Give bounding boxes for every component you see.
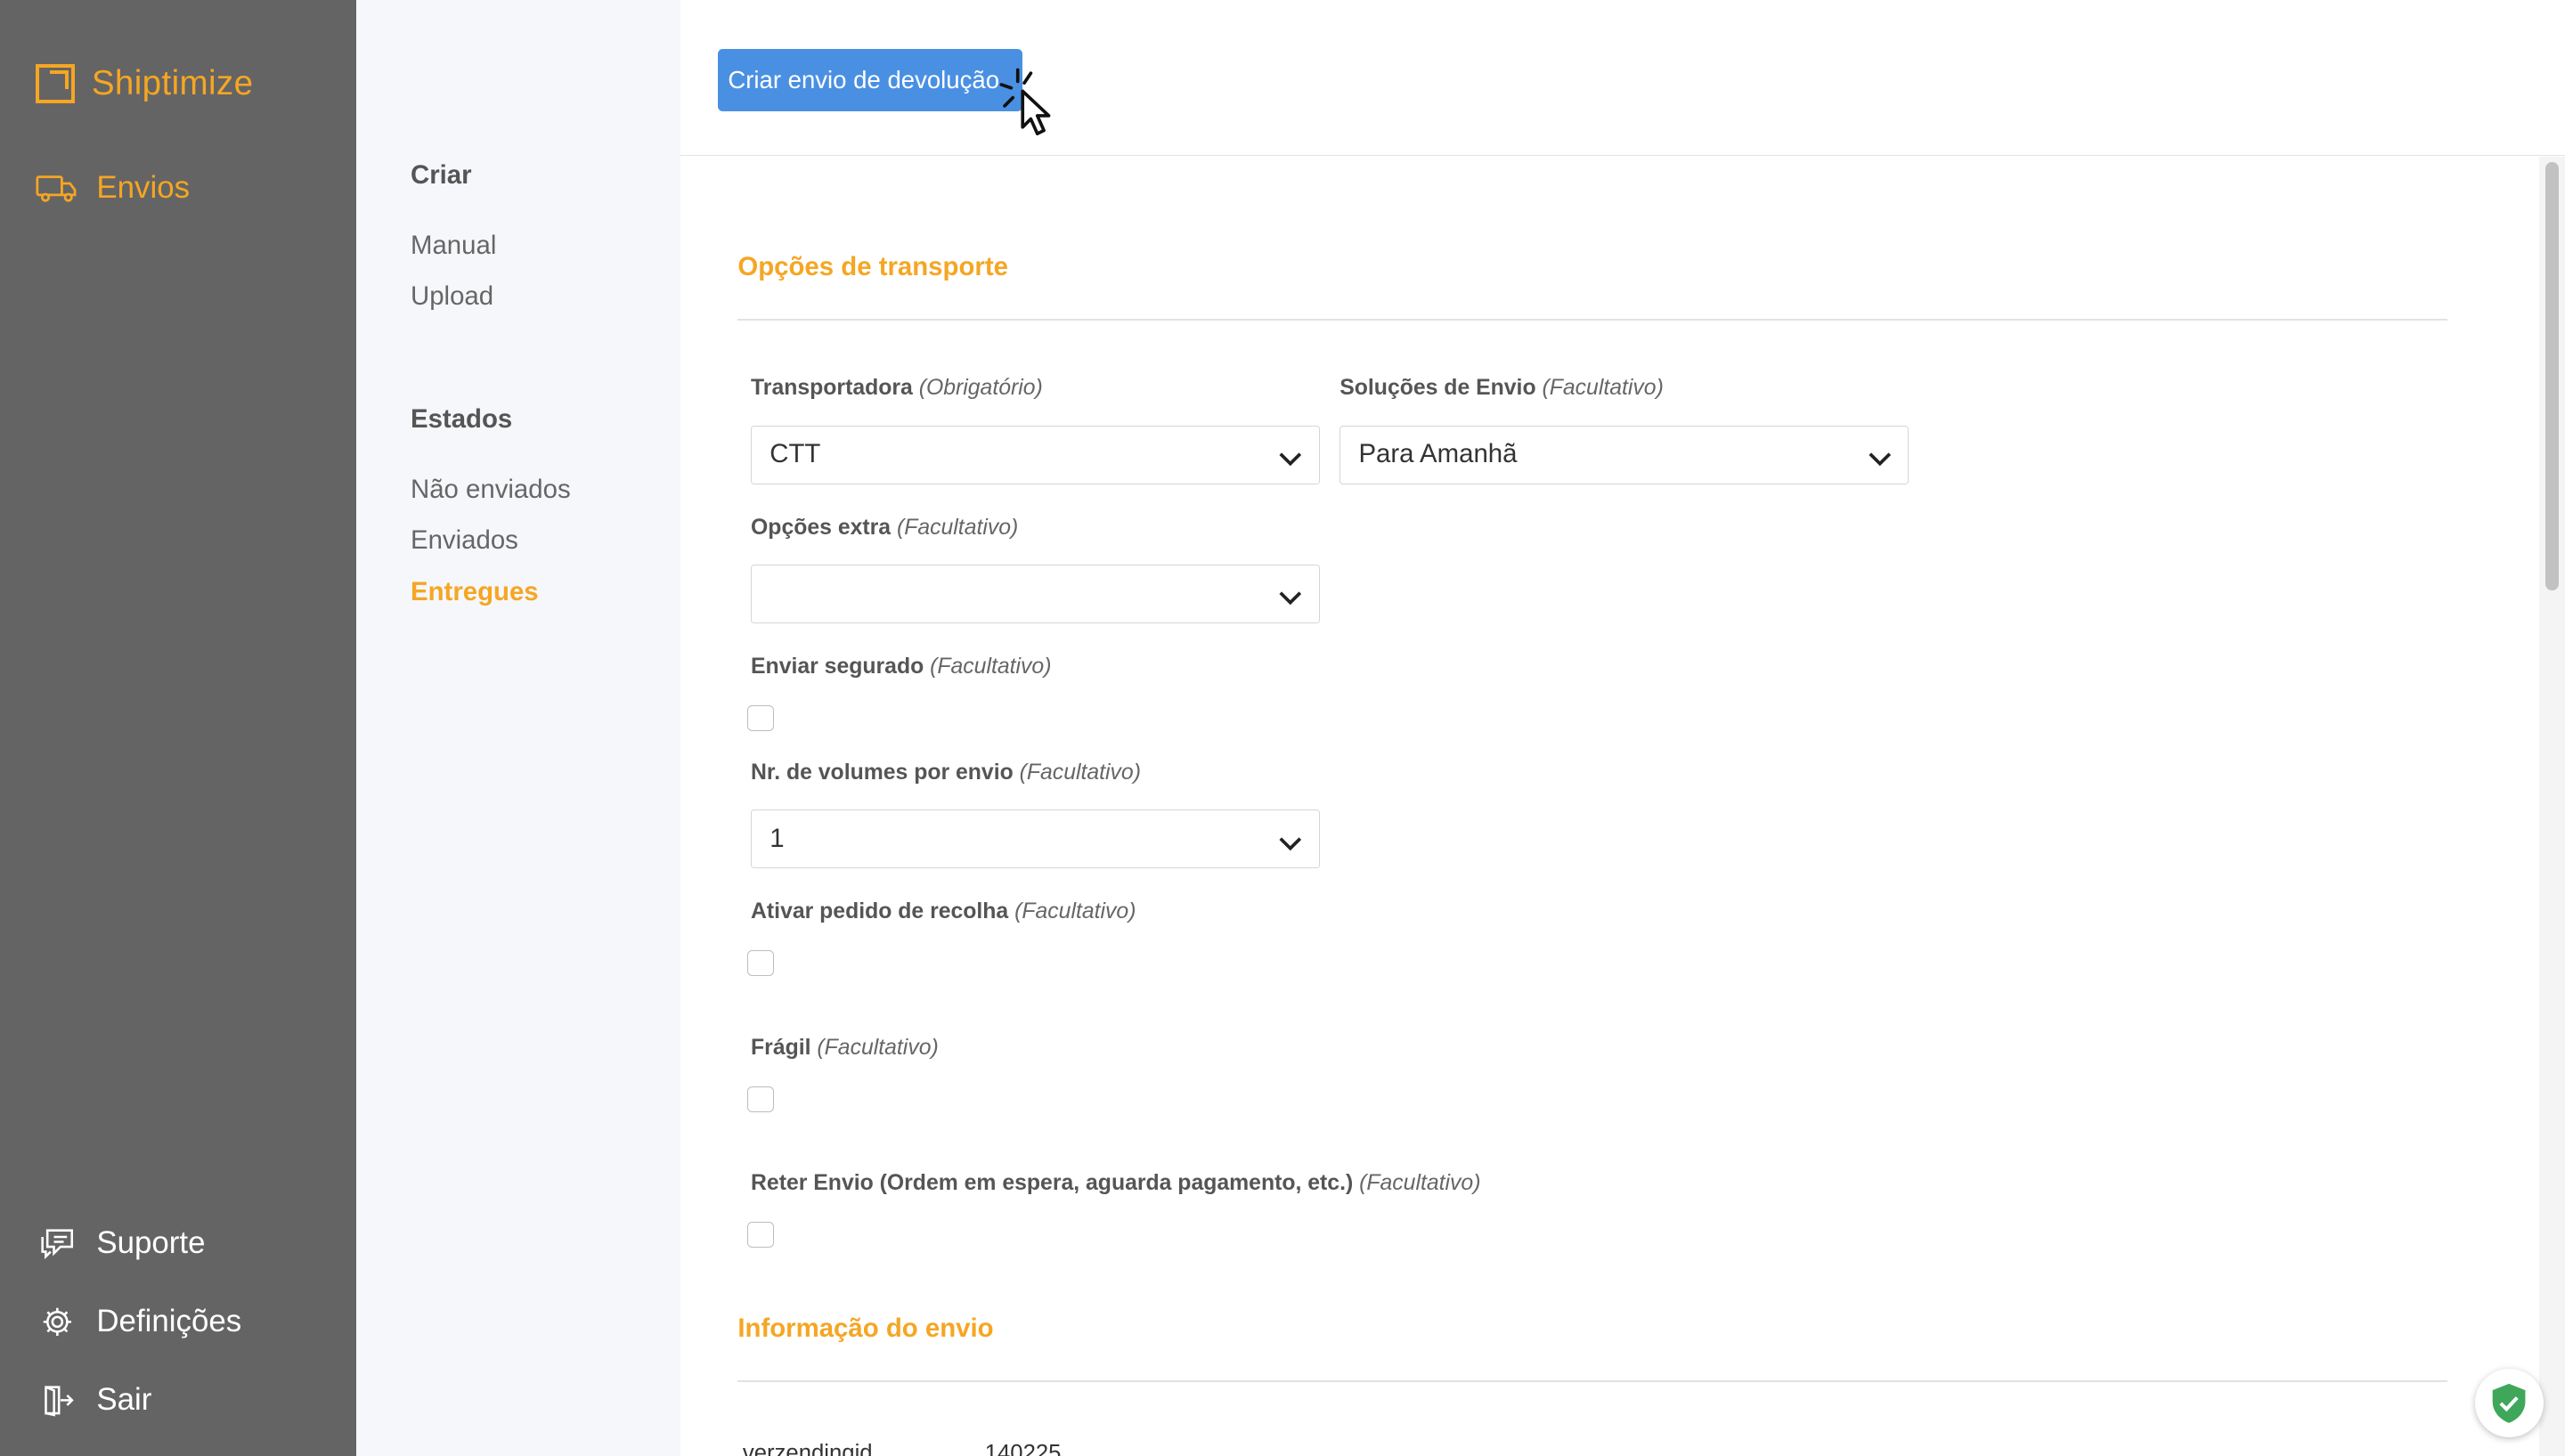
sidebar-item-envios[interactable]: Envios <box>36 170 190 206</box>
subnav-link-enviados[interactable]: Enviados <box>411 525 518 556</box>
section-title-shipment-info: Informação do envio <box>737 1313 994 1343</box>
sidebar-item-sair[interactable]: Sair <box>36 1382 151 1418</box>
chevron-down-icon <box>1278 583 1303 614</box>
shipment-form: Opções de transporte Transportadora (Obr… <box>680 157 2538 1456</box>
vertical-scrollbar[interactable] <box>2538 157 2565 1456</box>
chevron-down-icon <box>1278 444 1303 475</box>
volumes-label: Nr. de volumes por envio (Facultativo) <box>751 761 1141 785</box>
fragile-checkbox[interactable] <box>747 1086 774 1112</box>
sidebar-item-label: Suporte <box>96 1224 206 1260</box>
info-key: verzendingid <box>742 1441 873 1456</box>
brand-logo[interactable]: Shiptimize <box>36 63 254 103</box>
hold-shipment-checkbox[interactable] <box>747 1222 774 1249</box>
solutions-select[interactable]: Para Amanhã <box>1340 425 1910 484</box>
main-sidebar: Shiptimize Envios Suporte Definições Sai… <box>0 0 357 1456</box>
click-cursor-icon <box>995 65 1077 154</box>
section-divider <box>737 319 2447 321</box>
sidebar-item-label: Sair <box>96 1382 152 1418</box>
chevron-down-icon <box>1278 828 1303 858</box>
extra-options-label: Opções extra (Facultativo) <box>751 515 1019 540</box>
sidebar-item-definicoes[interactable]: Definições <box>36 1304 241 1339</box>
chevron-down-icon <box>1868 444 1893 475</box>
solutions-label: Soluções de Envio (Facultativo) <box>1340 376 1664 401</box>
pickup-label: Ativar pedido de recolha (Facultativo) <box>751 899 1136 924</box>
gear-icon <box>36 1304 78 1339</box>
section-title-transport: Opções de transporte <box>737 251 1008 281</box>
sidebar-item-label: Definições <box>96 1304 242 1339</box>
create-return-button[interactable]: Criar envio de devolução <box>718 49 1022 111</box>
truck-icon <box>36 170 78 206</box>
pickup-checkbox[interactable] <box>747 950 774 977</box>
chat-icon <box>36 1225 78 1261</box>
solutions-value: Para Amanhã <box>1358 439 1518 469</box>
volumes-select[interactable]: 1 <box>751 809 1321 869</box>
sub-navigation: Criar Manual Upload Estados Não enviados… <box>356 0 681 1456</box>
logo-mark-icon <box>36 63 76 103</box>
volumes-value: 1 <box>770 823 785 853</box>
carrier-select[interactable]: CTT <box>751 425 1321 484</box>
subnav-heading-estados: Estados <box>411 403 513 434</box>
carrier-label: Transportadora (Obrigatório) <box>751 376 1043 401</box>
info-value: 140225 <box>984 1441 1062 1456</box>
subnav-link-nao-enviados[interactable]: Não enviados <box>411 475 571 505</box>
insured-label: Enviar segurado (Facultativo) <box>751 654 1052 679</box>
top-bar: Criar envio de devolução <box>680 0 2565 157</box>
subnav-link-entregues[interactable]: Entregues <box>411 577 539 607</box>
subnav-heading-criar: Criar <box>411 159 472 190</box>
brand-name: Shiptimize <box>91 63 254 102</box>
hold-shipment-label: Reter Envio (Ordem em espera, aguarda pa… <box>751 1171 1481 1196</box>
carrier-value: CTT <box>770 439 821 469</box>
section-divider <box>737 1380 2447 1382</box>
scrollbar-thumb[interactable] <box>2545 161 2559 591</box>
extra-options-select[interactable] <box>751 564 1321 623</box>
sidebar-item-suporte[interactable]: Suporte <box>36 1224 206 1261</box>
fragile-label: Frágil (Facultativo) <box>751 1035 939 1060</box>
insured-checkbox[interactable] <box>747 704 774 731</box>
subnav-link-manual[interactable]: Manual <box>411 231 496 261</box>
sidebar-item-label: Envios <box>96 170 191 206</box>
security-shield-icon[interactable] <box>2474 1369 2545 1438</box>
logout-icon <box>36 1382 78 1418</box>
subnav-link-upload[interactable]: Upload <box>411 281 493 312</box>
